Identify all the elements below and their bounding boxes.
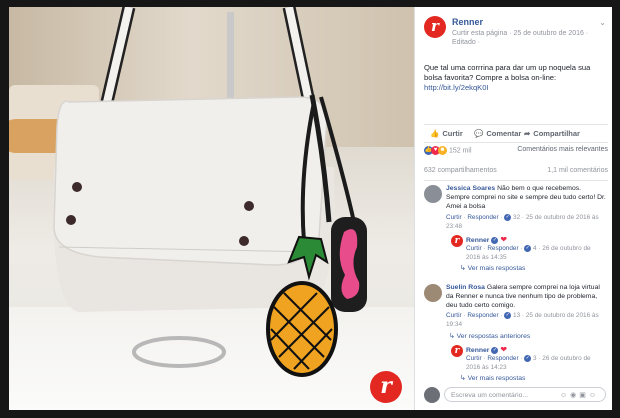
more-replies-label: Ver mais respostas bbox=[467, 265, 526, 272]
post-header: r Renner Curtir esta página · 25 de outu… bbox=[424, 16, 608, 54]
comment-button[interactable]: 💬 Comentar bbox=[474, 129, 521, 138]
reply-author[interactable]: Renner bbox=[466, 347, 489, 354]
avatar[interactable] bbox=[424, 185, 442, 203]
more-replies-link[interactable]: ↳ Ver mais respostas bbox=[460, 374, 525, 382]
avatar[interactable]: r bbox=[451, 345, 463, 357]
comments-count[interactable]: 1,1 mil comentários bbox=[547, 167, 608, 174]
reply-reply-link[interactable]: Responder bbox=[487, 355, 518, 362]
comment-reply-link[interactable]: Responder bbox=[467, 214, 498, 221]
comment-icon: 💬 bbox=[474, 129, 484, 138]
more-replies-link[interactable]: ↳ Ver mais respostas bbox=[460, 264, 525, 272]
page-avatar[interactable]: r bbox=[424, 16, 446, 38]
comment-label: Comentar bbox=[486, 129, 522, 138]
like-icon: ✓ bbox=[524, 244, 532, 252]
reply-author[interactable]: Renner bbox=[466, 237, 489, 244]
post-text: Que tal uma corrrina para dar um up noqu… bbox=[424, 63, 591, 82]
comment-author[interactable]: Jessica Soares bbox=[446, 185, 495, 192]
like-icon: ✓ bbox=[504, 311, 512, 319]
comment-2-meta: Curtir · Responder · ✓ 13 · 25 de outubr… bbox=[446, 311, 599, 328]
earlier-replies-label: Ver respostas anteriores bbox=[456, 333, 531, 340]
comments-sort-dropdown[interactable]: Comentários mais relevantes bbox=[517, 146, 608, 153]
emoji-icon[interactable]: ☺ bbox=[560, 392, 570, 399]
composer-icons: ☺◉▣☺ bbox=[560, 388, 599, 403]
comment-input[interactable]: Escreva um comentário... ☺◉▣☺ bbox=[444, 387, 606, 402]
comment-1: Jessica Soares Não bem o que recebemos. S… bbox=[446, 184, 606, 211]
post-counts: 632 compartilhamentos 1,1 mil comentário… bbox=[424, 167, 608, 181]
reply-1-meta: Curtir · Responder · ✓ 4 · 26 de outubro… bbox=[466, 244, 591, 261]
post-viewer: r r Renner Curtir esta página · 25 de ou… bbox=[9, 7, 612, 410]
post-link[interactable]: http://bit.ly/2ekqK0I bbox=[424, 83, 489, 92]
comment-reply-link[interactable]: Responder bbox=[467, 312, 498, 319]
wow-reaction-icon: ☻ bbox=[438, 146, 447, 155]
post-meta: Curtir esta página · 25 de outubro de 20… bbox=[452, 30, 589, 46]
chevron-down-icon[interactable]: ⌄ bbox=[599, 18, 606, 27]
post-text-block: Que tal uma corrrina para dar um up noqu… bbox=[424, 63, 608, 93]
reply-like-link[interactable]: Curtir bbox=[466, 355, 482, 362]
share-label: Compartilhar bbox=[533, 129, 580, 138]
shares-count[interactable]: 632 compartilhamentos bbox=[424, 167, 497, 174]
verified-icon: ✓ bbox=[491, 236, 499, 244]
comment-like-link[interactable]: Curtir bbox=[446, 312, 462, 319]
share-icon: ➦ bbox=[524, 129, 531, 138]
comment-author[interactable]: Suelin Rosa bbox=[446, 284, 485, 291]
heart-icon: ❤ bbox=[500, 235, 508, 244]
brand-watermark: r bbox=[370, 371, 402, 403]
reactions-summary[interactable]: 👍♥ ☻ 152 mil Comentários mais relevantes bbox=[424, 146, 608, 158]
reply-like-link[interactable]: Curtir bbox=[466, 245, 482, 252]
handbag-illustration bbox=[53, 7, 367, 377]
like-label: Curtir bbox=[442, 129, 463, 138]
verified-icon: ✓ bbox=[491, 346, 499, 354]
camera-icon[interactable]: ◉ bbox=[570, 392, 579, 399]
like-icon: ✓ bbox=[504, 213, 512, 221]
like-icon: ✓ bbox=[524, 354, 532, 362]
avatar[interactable]: r bbox=[451, 235, 463, 247]
comment-input-placeholder: Escreva um comentário... bbox=[451, 392, 529, 399]
reply-2-meta: Curtir · Responder · ✓ 3 · 26 de outubro… bbox=[466, 354, 591, 371]
page-name[interactable]: Renner bbox=[452, 17, 483, 27]
comment-like-link[interactable]: Curtir bbox=[446, 214, 462, 221]
post-sidebar: r Renner Curtir esta página · 25 de outu… bbox=[414, 7, 612, 410]
comment-2: Suelin Rosa Galera sempre comprei na loja… bbox=[446, 283, 606, 310]
reactions-count: 152 mil bbox=[448, 147, 472, 155]
comment-composer: Escreva um comentário... ☺◉▣☺ bbox=[424, 387, 608, 405]
post-actions: 👍 Curtir 💬 Comentar ➦ Compartilhar bbox=[424, 124, 608, 143]
like-button[interactable]: 👍 Curtir bbox=[430, 129, 463, 138]
more-replies-label: Ver mais respostas bbox=[467, 375, 526, 382]
heart-icon: ❤ bbox=[500, 345, 508, 354]
avatar[interactable] bbox=[424, 284, 442, 302]
earlier-replies-link[interactable]: ↳ Ver respostas anteriores bbox=[449, 332, 530, 340]
comment-1-meta: Curtir · Responder · ✓ 32 · 25 de outubr… bbox=[446, 213, 599, 230]
gif-icon[interactable]: ▣ bbox=[579, 392, 589, 399]
post-photo[interactable]: r bbox=[9, 7, 414, 410]
sticker-icon[interactable]: ☺ bbox=[589, 392, 599, 399]
like-icon: 👍 bbox=[430, 129, 440, 138]
share-button[interactable]: ➦ Compartilhar bbox=[524, 129, 580, 138]
avatar bbox=[424, 387, 440, 403]
reply-reply-link[interactable]: Responder bbox=[487, 245, 518, 252]
